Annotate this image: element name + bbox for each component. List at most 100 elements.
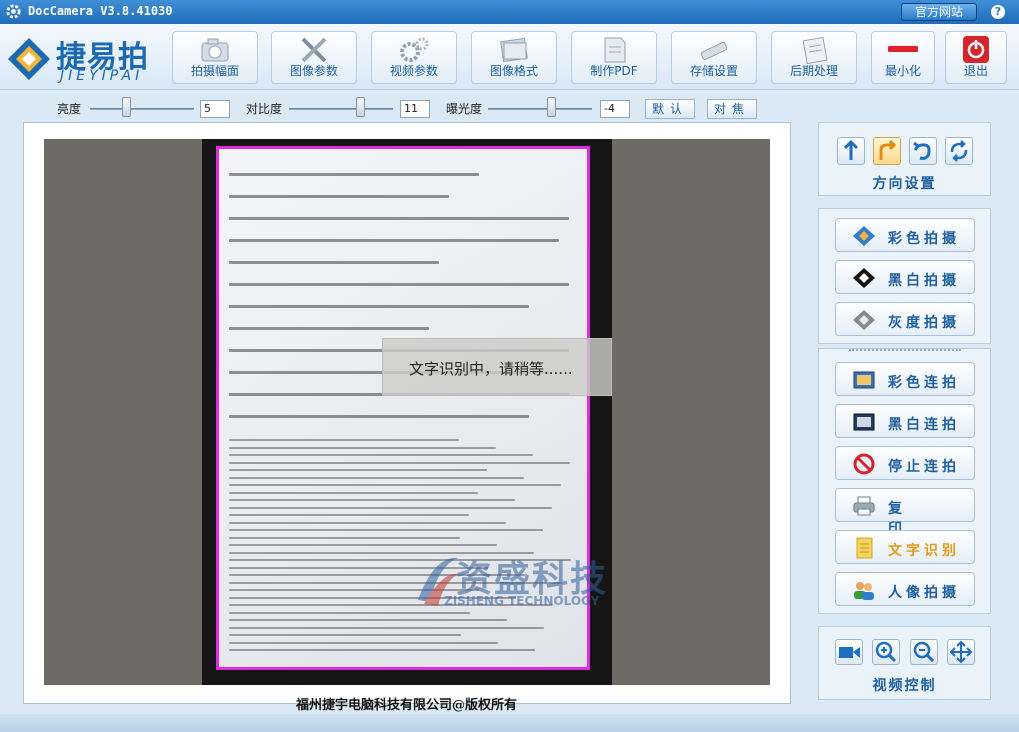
document-text-line [229, 454, 533, 456]
bw-capture-icon [853, 268, 875, 288]
rotate-right-icon [879, 139, 897, 160]
fit-screen-button[interactable] [947, 639, 975, 665]
minimize-icon [888, 46, 918, 52]
zoom-out-icon [913, 641, 935, 663]
document-text-line [229, 634, 461, 636]
document-text-line [229, 514, 469, 516]
ocr-button[interactable]: 文字识别 [835, 530, 975, 564]
bw-burst-button[interactable]: 黑白连拍 [835, 404, 975, 438]
ocr-progress-overlay: 文字识别中，请稍等...... [382, 338, 612, 396]
document-text-line [229, 327, 429, 330]
rotate-right-button[interactable] [873, 137, 901, 165]
document-text-line [229, 446, 496, 449]
zoom-out-button[interactable] [910, 639, 938, 665]
zoom-in-button[interactable] [872, 639, 900, 665]
logo-diamond-icon [8, 38, 50, 80]
document-text-line [229, 415, 529, 418]
continuous-button-label: 文字识别 [888, 543, 960, 559]
document-text-line [229, 544, 497, 546]
contrast-value-field[interactable]: 11 [400, 100, 430, 118]
continuous-panel: 彩色连拍 黑白连拍 停止连拍 复印 文字识别 人像拍摄 [818, 348, 991, 614]
portrait-capture-button[interactable]: 人像拍摄 [835, 572, 975, 606]
record-video-button[interactable] [835, 639, 863, 665]
exposure-label: 曝光度 [446, 102, 483, 116]
exposure-value-field[interactable]: -4 [600, 100, 630, 118]
app-logo: 捷易拍 JIEYIPAI [4, 30, 156, 86]
bw-capture-button[interactable]: 黑白拍摄 [835, 260, 975, 294]
brightness-value-field[interactable]: 5 [200, 100, 230, 118]
document-text-line [229, 491, 478, 494]
document-text-line [229, 305, 529, 308]
rotate-left-icon [913, 141, 931, 160]
bw-burst-icon [853, 413, 875, 431]
title-bar: DocCamera V3.8.41030 官方网站 ? [0, 0, 1019, 24]
continuous-button-label: 黑白连拍 [888, 417, 960, 433]
gray-capture-button[interactable]: 灰度拍摄 [835, 302, 975, 336]
window-title: DocCamera V3.8.41030 [28, 4, 173, 18]
rotate-cycle-button[interactable] [945, 137, 973, 165]
color-capture-icon [853, 226, 875, 246]
toolbar-button-label: 视频参数 [389, 64, 438, 78]
video-panel-title: 视频控制 [872, 678, 937, 694]
rotate-cycle-icon [950, 140, 968, 162]
exposure-slider-track[interactable] [488, 108, 592, 110]
document-text-line [229, 506, 552, 509]
toolbar-button-label: 存储设置 [689, 64, 738, 78]
copyright-text: 福州捷宇电脑科技有限公司@版权所有 [296, 698, 518, 713]
video-params-button[interactable]: 视频参数 [371, 31, 457, 84]
notepad-icon [802, 36, 828, 65]
color-burst-button[interactable]: 彩色连拍 [835, 362, 975, 396]
exit-button[interactable]: 退出 [945, 31, 1007, 84]
document-text-line [229, 283, 569, 286]
gear-icon [6, 4, 21, 19]
brightness-slider-track[interactable] [90, 108, 194, 110]
fit-screen-icon [949, 640, 973, 664]
default-button[interactable]: 默认 [645, 99, 695, 119]
help-icon[interactable]: ? [991, 5, 1005, 19]
gears-icon [400, 37, 429, 62]
copy-button[interactable]: 复印 [835, 488, 975, 537]
storage-icon [700, 42, 728, 60]
image-params-button[interactable]: 图像参数 [271, 31, 357, 84]
contrast-slider-thumb[interactable] [356, 97, 365, 117]
watermark: 资盛科技 ZISHENG TECHNOLOGY [414, 548, 614, 618]
camera-icon [201, 38, 229, 62]
zoom-in-icon [875, 641, 897, 663]
logo-text-en: JIEYIPAI [60, 68, 144, 84]
exposure-slider-thumb[interactable] [547, 97, 556, 117]
image-format-button[interactable]: 图像格式 [471, 31, 557, 84]
document-text-line [229, 641, 498, 644]
capture-button-label: 彩色拍摄 [888, 231, 960, 247]
capture-size-button[interactable]: 拍摄幅面 [172, 31, 258, 84]
continuous-button-label: 停止连拍 [888, 459, 960, 475]
brightness-slider-thumb[interactable] [122, 97, 131, 117]
document-text-line [229, 626, 544, 629]
stop-burst-button[interactable]: 停止连拍 [835, 446, 975, 480]
color-capture-button[interactable]: 彩色拍摄 [835, 218, 975, 252]
rotate-up-button[interactable] [837, 137, 865, 165]
post-processing-button[interactable]: 后期处理 [771, 31, 857, 84]
gray-capture-icon [853, 310, 875, 330]
document-text-line [229, 439, 459, 441]
minimize-button[interactable]: 最小化 [871, 31, 935, 84]
pdf-icon [604, 37, 626, 63]
direction-panel-title: 方向设置 [872, 176, 937, 192]
document-text-line [229, 261, 439, 264]
document-text-line [229, 469, 487, 471]
document-text-line [229, 476, 524, 479]
toolbar-button-label: 退出 [963, 64, 988, 78]
focus-button[interactable]: 对焦 [707, 99, 757, 119]
toolbar-button-label: 制作PDF [590, 64, 638, 78]
toolbar-button-label: 最小化 [884, 64, 921, 78]
printer-icon [853, 496, 875, 516]
power-icon [963, 36, 989, 63]
storage-settings-button[interactable]: 存储设置 [671, 31, 757, 84]
make-pdf-button[interactable]: 制作PDF [571, 31, 657, 84]
contrast-slider-track[interactable] [289, 108, 393, 110]
portrait-icon [854, 582, 874, 600]
document-text-line [229, 649, 535, 651]
document-text-line [229, 536, 460, 539]
rotate-left-button[interactable] [909, 137, 937, 165]
rotate-up-icon [843, 139, 859, 160]
official-site-button[interactable]: 官方网站 [901, 3, 977, 21]
